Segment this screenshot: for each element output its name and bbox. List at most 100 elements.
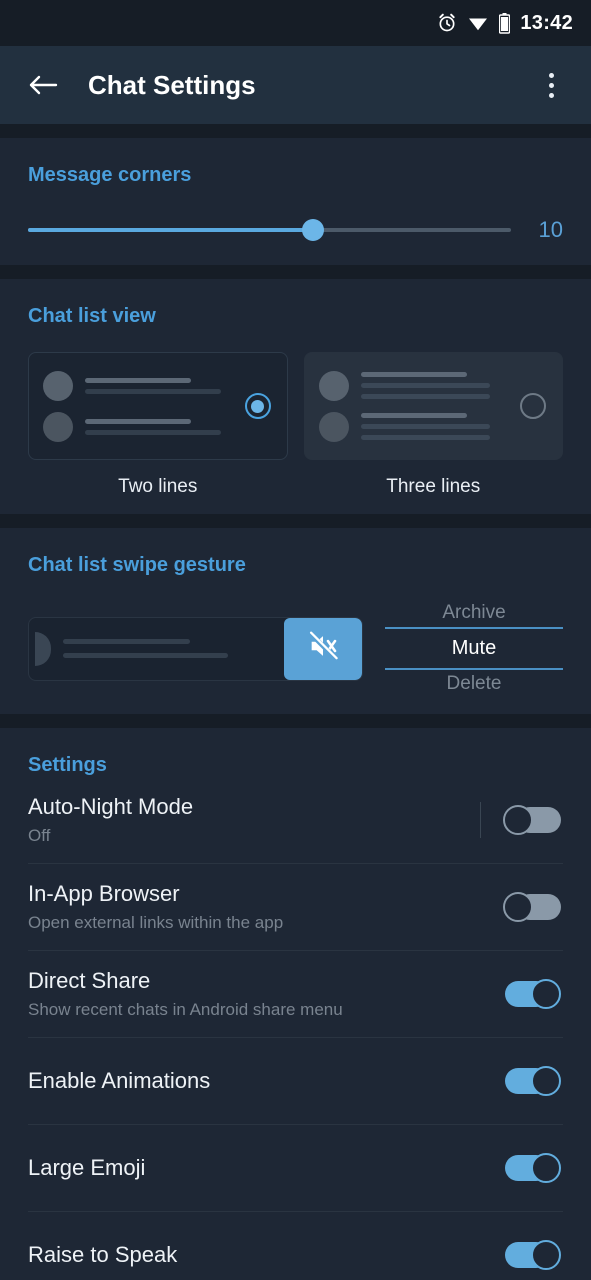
preview-line bbox=[360, 424, 491, 429]
toggle-knob bbox=[531, 1066, 561, 1096]
menu-dot bbox=[548, 92, 554, 98]
slider-thumb[interactable] bbox=[301, 219, 324, 241]
preview-line bbox=[360, 383, 491, 388]
menu-dot bbox=[548, 72, 554, 78]
section-gap bbox=[0, 714, 591, 728]
row-text: Auto-Night Mode Off bbox=[28, 794, 480, 846]
toggle-knob bbox=[503, 892, 533, 922]
setting-subtitle: Open external links within the app bbox=[28, 913, 284, 932]
preview-line bbox=[85, 377, 192, 383]
setting-row-direct-share[interactable]: Direct Share Show recent chats in Androi… bbox=[0, 951, 591, 1037]
section-gap bbox=[0, 124, 591, 138]
toggle-enable-animations[interactable] bbox=[503, 1064, 563, 1098]
row-text: Large Emoji bbox=[28, 1155, 503, 1181]
status-bar-clock: 13:42 bbox=[520, 11, 573, 34]
preview-line bbox=[360, 435, 491, 440]
avatar bbox=[318, 370, 349, 401]
section-gap bbox=[0, 265, 591, 279]
picker-option-above[interactable]: Archive bbox=[385, 599, 563, 627]
setting-title: Auto-Night Mode bbox=[28, 794, 194, 819]
preview-lines bbox=[360, 372, 509, 399]
chat-list-view-option-two-lines[interactable]: Two lines bbox=[28, 352, 288, 498]
avatar bbox=[35, 631, 51, 666]
picker-option-below[interactable]: Delete bbox=[385, 670, 563, 698]
setting-title: Enable Animations bbox=[28, 1068, 211, 1093]
swipe-action-button[interactable] bbox=[284, 617, 362, 680]
wifi-icon bbox=[467, 14, 489, 32]
section-gap bbox=[0, 514, 591, 528]
setting-row-raise-to-speak[interactable]: Raise to Speak bbox=[0, 1212, 591, 1280]
two-lines-preview-card[interactable] bbox=[28, 352, 288, 460]
preview-rows bbox=[318, 370, 509, 442]
message-corners-slider-row: 10 bbox=[0, 187, 591, 249]
chat-list-view-label-three-lines: Three lines bbox=[386, 476, 481, 497]
preview-line bbox=[63, 653, 228, 658]
back-arrow-icon[interactable] bbox=[20, 62, 66, 108]
mute-speaker-icon bbox=[306, 629, 340, 668]
battery-icon bbox=[499, 12, 511, 34]
setting-subtitle: Off bbox=[28, 826, 51, 845]
preview-chat-item bbox=[43, 370, 233, 401]
avatar bbox=[43, 411, 73, 442]
alarm-clock-icon bbox=[437, 13, 457, 33]
setting-title: Direct Share bbox=[28, 968, 151, 993]
toggle-in-app-browser[interactable] bbox=[503, 890, 563, 924]
swipe-preview-chat bbox=[29, 618, 284, 680]
swipe-gesture-row: Archive Mute Delete bbox=[0, 577, 591, 698]
preview-chat-item bbox=[318, 411, 509, 442]
picker-option-selected[interactable]: Mute bbox=[385, 629, 563, 668]
slider-fill bbox=[28, 228, 313, 232]
phone-screen: 13:42 Chat Settings Message corners 10 C… bbox=[0, 0, 591, 1280]
chat-list-view-label-two-lines: Two lines bbox=[118, 476, 198, 497]
preview-lines bbox=[63, 639, 284, 658]
swipe-action-picker[interactable]: Archive Mute Delete bbox=[385, 599, 563, 698]
preview-rows bbox=[43, 370, 233, 442]
message-corners-slider[interactable] bbox=[28, 219, 511, 241]
more-vertical-icon[interactable] bbox=[531, 62, 571, 108]
radio-three-lines[interactable] bbox=[518, 391, 548, 421]
section-title-chat-list-view: Chat list view bbox=[28, 305, 156, 327]
radio-outer-icon bbox=[244, 393, 271, 419]
preview-chat-item bbox=[43, 411, 233, 442]
chat-list-view-options: Two lines Three lines bbox=[0, 328, 591, 498]
preview-chat-item bbox=[318, 370, 509, 401]
setting-row-in-app-browser[interactable]: In-App Browser Open external links withi… bbox=[0, 864, 591, 950]
radio-inner-dot bbox=[251, 399, 264, 413]
three-lines-preview-card[interactable] bbox=[303, 352, 563, 460]
toggle-raise-to-speak[interactable] bbox=[503, 1238, 563, 1272]
setting-title: Large Emoji bbox=[28, 1155, 146, 1180]
preview-line bbox=[63, 639, 191, 644]
avatar bbox=[318, 411, 349, 442]
avatar bbox=[43, 370, 73, 401]
setting-row-large-emoji[interactable]: Large Emoji bbox=[0, 1125, 591, 1211]
row-text: In-App Browser Open external links withi… bbox=[28, 881, 503, 933]
section-settings: Settings Auto-Night Mode Off In-App Brow… bbox=[0, 728, 591, 1280]
preview-line bbox=[85, 429, 221, 435]
setting-title: In-App Browser bbox=[28, 881, 180, 906]
toggle-knob bbox=[531, 1240, 561, 1270]
section-message-corners: Message corners 10 bbox=[0, 138, 591, 265]
toggle-large-emoji[interactable] bbox=[503, 1151, 563, 1185]
section-title-settings: Settings bbox=[28, 754, 107, 776]
toggle-direct-share[interactable] bbox=[503, 977, 563, 1011]
setting-row-enable-animations[interactable]: Enable Animations bbox=[0, 1038, 591, 1124]
chat-list-view-option-three-lines[interactable]: Three lines bbox=[303, 352, 563, 498]
setting-row-auto-night-mode[interactable]: Auto-Night Mode Off bbox=[0, 777, 591, 863]
preview-line bbox=[360, 413, 467, 418]
row-text: Enable Animations bbox=[28, 1068, 503, 1094]
status-bar: 13:42 bbox=[0, 0, 591, 46]
radio-outer-icon bbox=[520, 393, 546, 419]
preview-lines bbox=[85, 418, 233, 435]
section-chat-list-view: Chat list view Two lines Three lines bbox=[0, 279, 591, 514]
toggle-knob bbox=[531, 1153, 561, 1183]
radio-two-lines[interactable] bbox=[243, 391, 273, 421]
preview-lines bbox=[85, 377, 233, 394]
preview-line bbox=[360, 394, 491, 399]
swipe-preview[interactable] bbox=[28, 616, 363, 681]
toggle-knob bbox=[503, 805, 533, 835]
preview-line bbox=[85, 418, 192, 424]
message-corners-value: 10 bbox=[538, 217, 563, 242]
menu-dot bbox=[548, 82, 554, 88]
section-title-swipe-gesture: Chat list swipe gesture bbox=[28, 554, 246, 576]
toggle-auto-night-mode[interactable] bbox=[503, 803, 563, 837]
